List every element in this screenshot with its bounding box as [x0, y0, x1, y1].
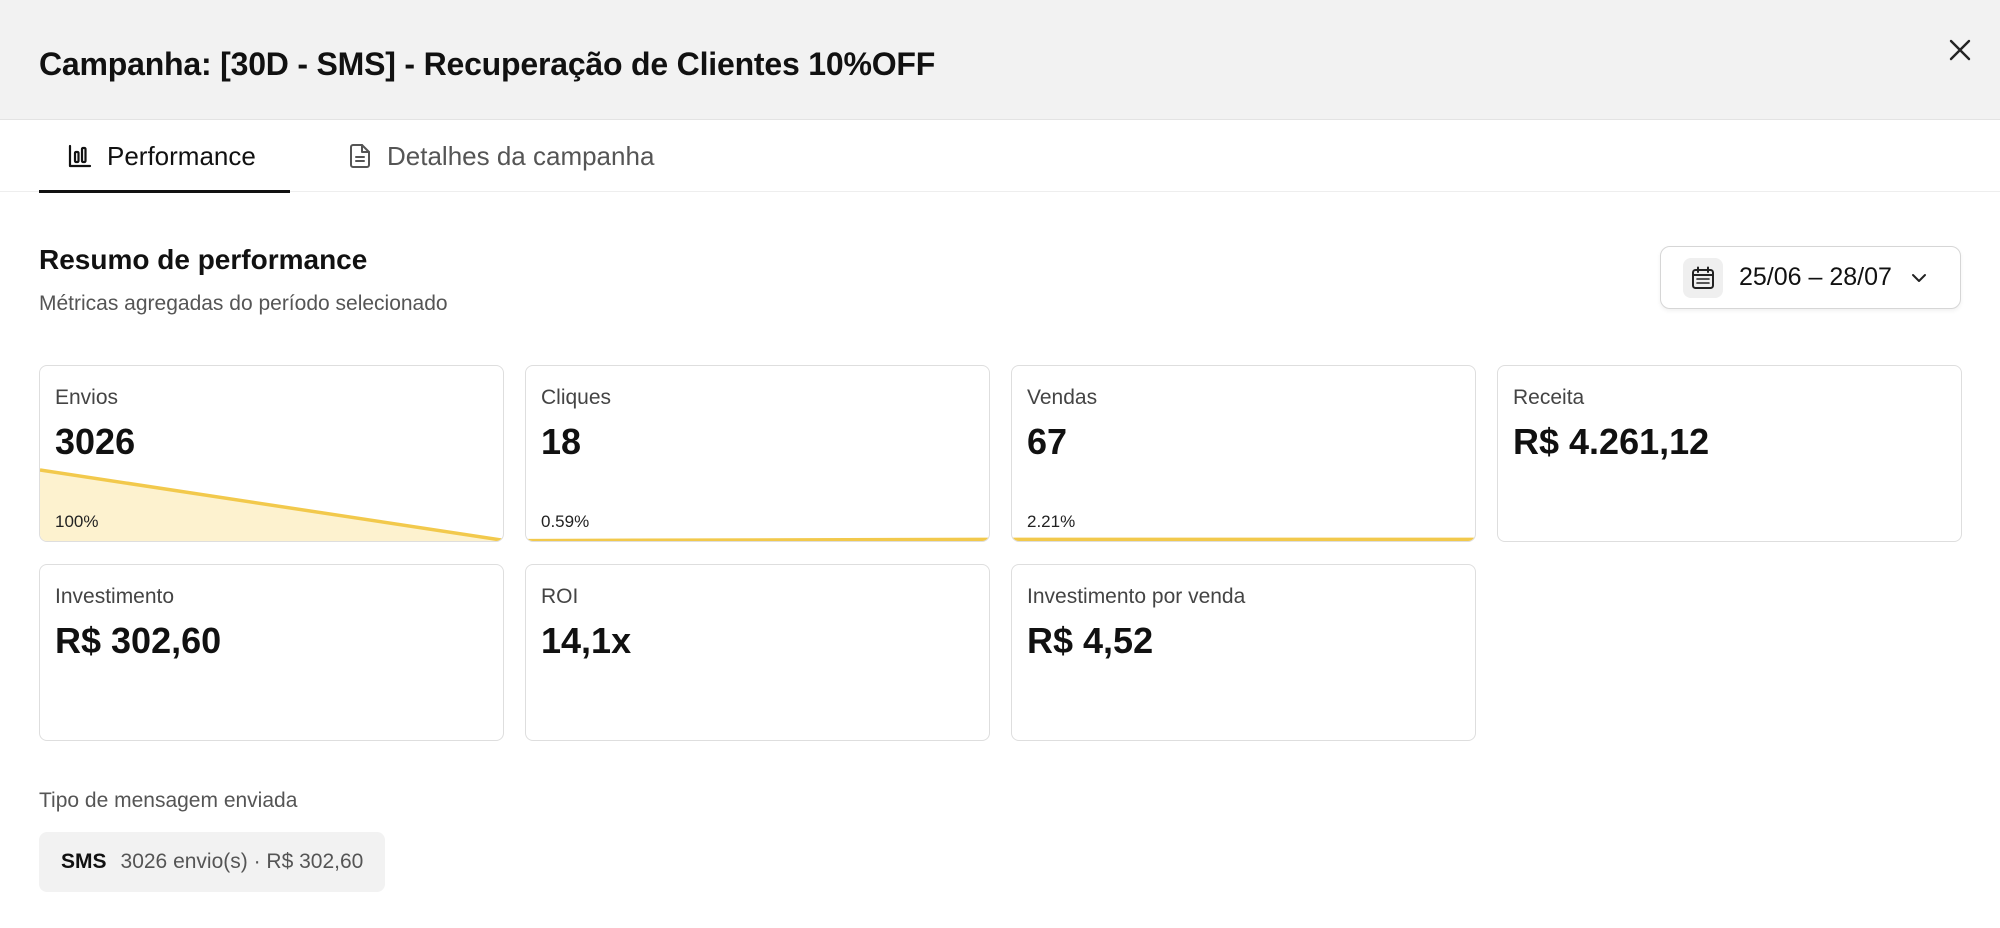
metric-label: Cliques	[541, 386, 612, 409]
close-button[interactable]	[1940, 30, 1980, 70]
modal-title: Campanha: [30D - SMS] - Recuperação de C…	[39, 46, 936, 82]
metric-card-roi: ROI 14,1x	[525, 564, 990, 741]
message-type-label: SMS	[61, 850, 107, 873]
chevron-down-icon	[1910, 269, 1928, 287]
metric-value: 14,1x	[541, 620, 632, 661]
tab-details-label: Detalhes da campanha	[387, 140, 655, 171]
metric-label: Investimento	[55, 585, 175, 608]
metric-label: Envios	[55, 386, 119, 409]
tab-campaign-details[interactable]: Detalhes da campanha	[347, 120, 654, 192]
metric-label: Vendas	[1027, 386, 1098, 409]
metric-percent: 0.59%	[541, 512, 590, 531]
metric-value: R$ 4.261,12	[1513, 421, 1710, 462]
metric-card-vendas: Vendas 67 2.21%	[1011, 365, 1476, 542]
summary-subtitle: Métricas agregadas do período selecionad…	[39, 292, 448, 315]
metric-value: 67	[1027, 421, 1068, 462]
metric-card-investimento: Investimento R$ 302,60	[39, 564, 504, 741]
metric-card-receita: Receita R$ 4.261,12	[1497, 365, 1962, 542]
summary-title: Resumo de performance	[39, 244, 368, 275]
close-icon	[1949, 39, 1971, 61]
metric-percent: 2.21%	[1027, 512, 1076, 531]
tab-performance-label: Performance	[107, 140, 256, 171]
document-icon	[347, 143, 373, 169]
metric-label: ROI	[541, 585, 579, 608]
tab-bar: Performance Detalhes da campanha	[0, 120, 2000, 193]
metric-value: R$ 302,60	[55, 620, 222, 661]
message-type-info: 3026 envio(s) · R$ 302,60	[120, 850, 364, 873]
date-range-label: 25/06 – 28/07	[1739, 263, 1892, 291]
sparkline-line	[526, 537, 989, 541]
message-type-chip: SMS 3026 envio(s) · R$ 302,60	[39, 832, 386, 892]
metric-label: Investimento por venda	[1027, 585, 1246, 608]
message-type-title: Tipo de mensagem enviada	[39, 789, 298, 812]
metric-percent: 100%	[55, 512, 99, 531]
metric-value: 3026	[55, 421, 136, 462]
modal-header: Campanha: [30D - SMS] - Recuperação de C…	[0, 0, 2000, 120]
metric-card-cliques: Cliques 18 0.59%	[525, 365, 990, 542]
tab-performance[interactable]: Performance	[39, 120, 290, 193]
metric-label: Receita	[1513, 386, 1585, 409]
metric-card-investimento-por-venda: Investimento por venda R$ 4,52	[1011, 564, 1476, 741]
date-range-picker[interactable]: 25/06 – 28/07	[1660, 246, 1961, 309]
metric-card-envios: Envios 3026 100%	[39, 365, 504, 542]
metric-value: R$ 4,52	[1027, 620, 1154, 661]
metric-value: 18	[541, 421, 582, 462]
bar-chart-icon	[67, 143, 93, 169]
calendar-icon	[1683, 257, 1723, 298]
